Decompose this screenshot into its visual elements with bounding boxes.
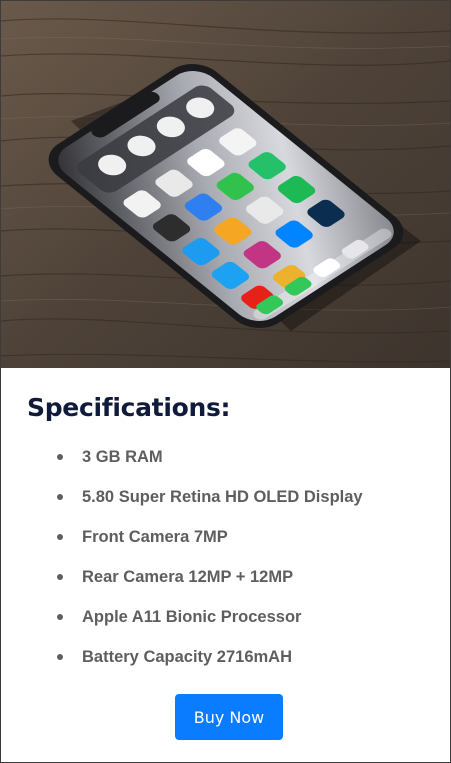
- spec-rear-camera: Rear Camera 12MP + 12MP: [82, 568, 294, 586]
- list-item: Rear Camera 12MP + 12MP: [1, 565, 450, 605]
- bullet-dot: [57, 614, 63, 620]
- product-card: Specifications: 3 GB RAM 5.80 Super Reti…: [0, 0, 451, 763]
- list-item: 5.80 Super Retina HD OLED Display: [1, 485, 450, 525]
- list-item: Front Camera 7MP: [1, 525, 450, 565]
- list-item: Apple A11 Bionic Processor: [1, 605, 450, 645]
- product-photo: [1, 1, 450, 368]
- buy-now-button[interactable]: Buy Now: [175, 694, 283, 740]
- list-item: Battery Capacity 2716mAH: [1, 645, 450, 685]
- bullet-dot: [57, 454, 63, 460]
- list-item: 3 GB RAM: [1, 445, 450, 485]
- bullet-dot: [57, 654, 63, 660]
- bullet-dot: [57, 574, 63, 580]
- spec-front-camera: Front Camera 7MP: [82, 528, 228, 546]
- product-details: Specifications: 3 GB RAM 5.80 Super Reti…: [1, 369, 450, 762]
- spec-ram: 3 GB RAM: [82, 448, 163, 466]
- bullet-dot: [57, 534, 63, 540]
- specifications-heading: Specifications:: [27, 393, 231, 422]
- bullet-dot: [57, 494, 63, 500]
- phone-on-table-image: [1, 1, 450, 368]
- spec-battery: Battery Capacity 2716mAH: [82, 648, 293, 666]
- spec-display: 5.80 Super Retina HD OLED Display: [82, 488, 363, 506]
- specifications-list: 3 GB RAM 5.80 Super Retina HD OLED Displ…: [1, 445, 450, 685]
- spec-processor: Apple A11 Bionic Processor: [82, 608, 302, 626]
